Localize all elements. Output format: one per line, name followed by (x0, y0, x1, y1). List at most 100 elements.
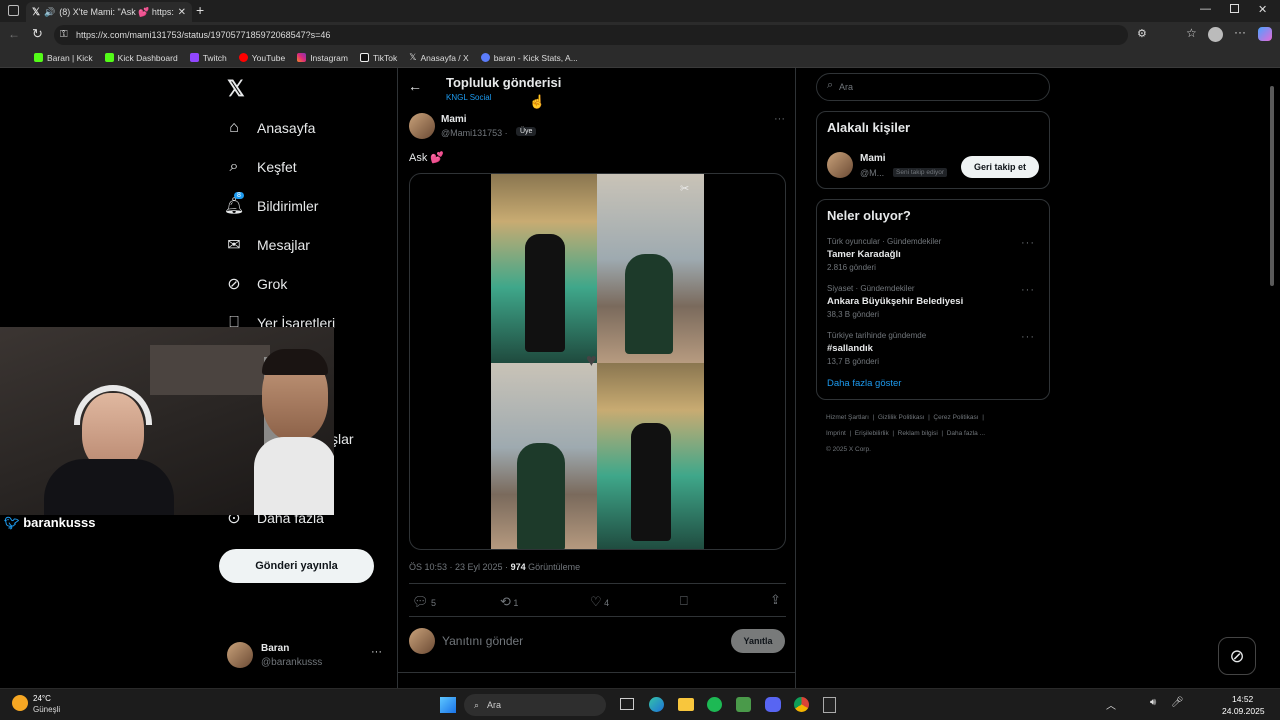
back-icon[interactable]: ← (8, 27, 20, 41)
grok-floating-button[interactable]: ⊘ (1218, 637, 1256, 675)
nav-notifications[interactable]: 🔔︎ 8 Bildirimler (224, 192, 318, 215)
app-icon[interactable] (736, 697, 751, 712)
weather-temp[interactable]: 24°C (33, 694, 51, 703)
bookmark-youtube[interactable]: YouTube (238, 53, 285, 63)
search-input[interactable]: Ara (839, 82, 853, 92)
footer-link[interactable]: Erişilebilirlik (855, 430, 889, 437)
account-more-icon[interactable]: ··· (371, 646, 382, 658)
bookmark-instagram[interactable]: Instagram (297, 53, 348, 63)
reply-button[interactable]: Yanıtla (731, 629, 785, 653)
audio-icon[interactable]: 🔊 (44, 7, 55, 18)
profile-avatar-icon[interactable] (1208, 27, 1223, 42)
post-media[interactable]: ♥ ✂ (409, 173, 786, 550)
browser-tab[interactable]: 𝕏 🔊 (8) X'te Mami: "Ask 💕 https://... ✕ (26, 2, 192, 22)
weather-desc[interactable]: Güneşli (33, 705, 60, 714)
tab-actions-icon[interactable] (8, 5, 19, 16)
more-menu-icon[interactable]: ··· (1234, 25, 1246, 39)
restore-icon[interactable] (1230, 4, 1239, 13)
trend-more-icon[interactable]: ··· (1021, 284, 1035, 296)
nav-home[interactable]: ⌂ Anasayfa (225, 119, 315, 137)
refresh-icon[interactable]: ↻ (32, 26, 43, 42)
back-arrow-icon[interactable]: ← (408, 78, 422, 94)
edge-icon[interactable] (649, 697, 664, 712)
nav-messages[interactable]: ✉ Mesajlar (225, 236, 310, 254)
grok-icon: ⊘ (227, 276, 241, 293)
bookmark-kick-dashboard[interactable]: Kick Dashboard (104, 53, 178, 63)
reply-action[interactable]: 💬︎ 5 (412, 594, 436, 610)
divider (409, 583, 786, 584)
clock-time[interactable]: 14:52 (1232, 694, 1253, 704)
show-more-link[interactable]: Daha fazla göster (827, 378, 1039, 389)
nav-explore[interactable]: ⌕ Keşfet (225, 158, 297, 176)
file-explorer-icon[interactable] (678, 698, 694, 711)
bookmark-twitch[interactable]: Twitch (189, 53, 227, 63)
bookmark-x-home[interactable]: 𝕏 Anasayfa / X (409, 52, 468, 63)
start-button[interactable] (440, 697, 456, 713)
task-view-icon[interactable] (620, 698, 634, 710)
guest-hair (262, 349, 328, 375)
relevant-avatar[interactable] (827, 152, 853, 178)
author-avatar[interactable] (409, 113, 435, 139)
repost-action[interactable]: ⟲ 1 (500, 594, 518, 610)
stats-icon (480, 53, 490, 62)
close-window-icon[interactable]: ✕ (1258, 3, 1267, 16)
bookmark-action-icon[interactable]: ⎕ (680, 593, 688, 609)
page-scrollbar[interactable] (1270, 86, 1274, 286)
author-name[interactable]: Mami (441, 114, 467, 125)
footer-link[interactable]: Imprint (826, 430, 846, 437)
epic-games-icon[interactable] (823, 697, 836, 713)
search-box[interactable]: ⌕ Ara (816, 73, 1050, 101)
url-field[interactable]: ⚿ https://x.com/mami131753/status/197057… (54, 25, 1128, 45)
share-icon[interactable]: ⇪ (770, 592, 781, 608)
site-info-icon[interactable]: ⚿ (60, 29, 68, 40)
grok-icon: ⊘ (1229, 645, 1245, 666)
post-more-icon[interactable]: ··· (774, 113, 785, 125)
footer-link[interactable]: Çerez Politikası (933, 414, 978, 421)
clock-date[interactable]: 24.09.2025 (1222, 706, 1265, 716)
x-icon: 𝕏 (409, 52, 417, 62)
mic-icon[interactable]: 🎤︎ (1171, 697, 1184, 708)
favorites-icon[interactable]: ☆ (1186, 26, 1197, 40)
extensions-icon[interactable]: ⚙ (1137, 27, 1147, 40)
footer-link[interactable]: Gizlilik Politikası (878, 414, 925, 421)
like-action[interactable]: ♡ 4 (590, 594, 609, 610)
trend-item[interactable]: Siyaset · Gündemdekiler Ankara Büyükşehi… (827, 284, 1039, 319)
spotify-icon[interactable] (707, 697, 722, 712)
page-title: Topluluk gönderisi (446, 75, 562, 90)
tray-arrow-icon[interactable]: ︿ (1106, 697, 1116, 712)
trend-item[interactable]: Türkiye tarihinde gündemde #sallandık 13… (827, 331, 1039, 366)
tab-title: (8) X'te Mami: "Ask 💕 https://... (59, 6, 173, 17)
bookmark-kick-stats[interactable]: baran - Kick Stats, A... (480, 53, 578, 63)
nav-communities[interactable]: şlar (331, 431, 354, 447)
new-tab-button[interactable]: + (196, 2, 204, 18)
account-switcher[interactable]: Baran @barankusss ··· (227, 640, 387, 674)
post-button[interactable]: Gönderi yayınla (219, 549, 374, 583)
copilot-icon[interactable] (1258, 27, 1272, 41)
relevant-handle[interactable]: @M... (860, 168, 884, 178)
taskbar-search[interactable]: ⌕ Ara (464, 694, 606, 716)
footer-link[interactable]: Reklam bilgisi (898, 430, 938, 437)
relevant-name[interactable]: Mami (860, 153, 886, 164)
x-logo-icon[interactable]: 𝕏 (227, 76, 245, 102)
footer-link[interactable]: Hizmet Şartları (826, 414, 869, 421)
discord-icon[interactable] (765, 697, 781, 712)
bookmark-tiktok[interactable]: TikTok (359, 53, 397, 63)
tiktok-icon (359, 53, 369, 62)
photo-pool-night-1 (491, 174, 597, 363)
view-count: 974 (510, 562, 526, 572)
trend-more-icon[interactable]: ··· (1021, 237, 1035, 249)
author-handle[interactable]: @Mami131753 · (441, 128, 508, 138)
trend-more-icon[interactable]: ··· (1021, 331, 1035, 343)
bookmark-baran-kick[interactable]: Baran | Kick (34, 53, 93, 63)
wifi-icon[interactable]: 🔊︎ (1150, 697, 1156, 708)
follow-back-button[interactable]: Geri takip et (961, 156, 1039, 178)
minimize-icon[interactable]: — (1200, 3, 1211, 15)
reply-input[interactable]: Yanıtını gönder (442, 634, 523, 648)
nav-grok[interactable]: ⊘ Grok (225, 275, 287, 293)
weather-icon[interactable] (12, 695, 28, 711)
footer-link[interactable]: Daha fazla ... (947, 430, 985, 437)
chrome-icon[interactable] (794, 697, 809, 712)
tab-close-icon[interactable]: ✕ (178, 7, 186, 18)
trend-item[interactable]: Türk oyuncular · Gündemdekiler Tamer Kar… (827, 237, 1039, 272)
community-name[interactable]: KNGL Social (446, 93, 492, 102)
